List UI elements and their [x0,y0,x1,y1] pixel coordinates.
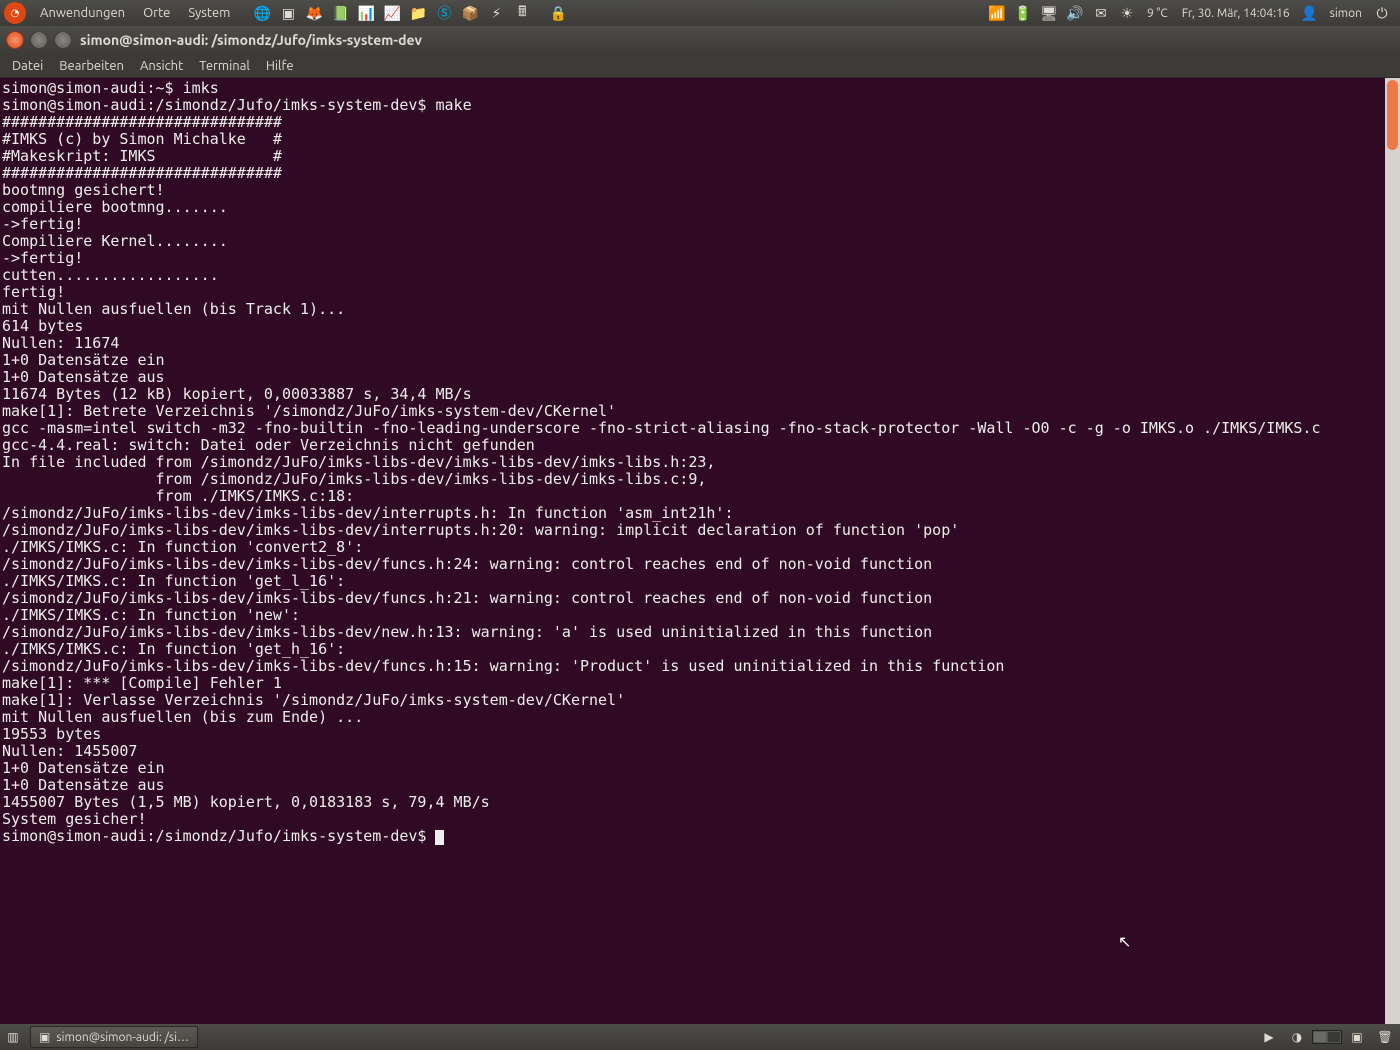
terminal-window: simon@simon-audi: /simondz/Jufo/imks-sys… [0,26,1400,1024]
username[interactable]: simon [1324,7,1368,20]
weather-icon[interactable]: ☀ [1116,2,1138,24]
menu-applications[interactable]: Anwendungen [32,3,133,23]
launcher-icon[interactable]: 📗 [329,2,351,24]
bottom-panel: ▥ ▣ simon@simon-audi: /si… ▶ ◑ ▣ 🗑 [0,1024,1400,1050]
terminal-output[interactable]: simon@simon-audi:~$ imks simon@simon-aud… [0,78,1385,1024]
clock[interactable]: Fr, 30. Mär, 14:04:16 [1176,7,1296,20]
menu-terminal[interactable]: Terminal [191,57,258,75]
terminal-cursor [435,830,444,845]
menu-edit[interactable]: Bearbeiten [51,57,132,75]
window-maximize-button[interactable] [54,31,72,49]
launcher-icon[interactable]: ⚡ [485,2,507,24]
wifi-icon[interactable]: 📶 [986,2,1008,24]
firefox-icon[interactable]: 🦊 [303,2,325,24]
menu-view[interactable]: Ansicht [132,57,191,75]
window-title: simon@simon-audi: /simondz/Jufo/imks-sys… [80,32,422,48]
launcher-icon[interactable]: 📊 [355,2,377,24]
ubuntu-logo-icon[interactable]: ◔ [4,2,26,24]
show-desktop-icon[interactable]: ▥ [2,1026,24,1048]
user-icon[interactable]: 👤 [1299,2,1321,24]
window-titlebar[interactable]: simon@simon-audi: /simondz/Jufo/imks-sys… [0,26,1400,54]
workspace-2[interactable] [1327,1031,1341,1043]
scrollbar-thumb[interactable] [1387,80,1398,150]
launcher-icon[interactable]: 📦 [459,2,481,24]
trash-icon[interactable]: 🗑 [1374,1026,1396,1048]
shutdown-icon[interactable]: ⏻ [1371,2,1393,24]
files-icon[interactable]: 📁 [407,2,429,24]
taskbar-item-terminal[interactable]: ▣ simon@simon-audi: /si… [30,1026,198,1048]
weather-temp: 9 °C [1141,7,1174,20]
skype-icon[interactable]: Ⓢ [433,2,455,24]
launcher-icon[interactable]: 🌐 [251,2,273,24]
window-close-button[interactable] [6,31,24,49]
menu-system[interactable]: System [180,3,238,23]
display-icon[interactable]: 🖥 [1038,2,1060,24]
tray-icon[interactable]: ▣ [1346,1026,1368,1048]
workspace-switcher[interactable] [1312,1030,1342,1044]
workspace-1[interactable] [1313,1031,1327,1043]
terminal-small-icon: ▣ [39,1030,50,1044]
mail-icon[interactable]: ✉ [1090,2,1112,24]
battery-icon[interactable]: 🔋 [1012,2,1034,24]
scrollbar[interactable] [1385,78,1400,1024]
tray-icon[interactable]: ▶ [1258,1026,1280,1048]
window-minimize-button[interactable] [30,31,48,49]
top-panel: ◔ Anwendungen Orte System 🌐 ▣ 🦊 📗 📊 📈 📁 … [0,0,1400,26]
tray-icon[interactable]: ◑ [1286,1026,1308,1048]
volume-icon[interactable]: 🔊 [1064,2,1086,24]
menu-places[interactable]: Orte [135,3,178,23]
menubar: Datei Bearbeiten Ansicht Terminal Hilfe [0,54,1400,78]
launcher-icon[interactable]: ▣ [277,2,299,24]
lock-icon[interactable]: 🔒 [547,2,569,24]
menu-file[interactable]: Datei [4,57,51,75]
taskbar-item-label: simon@simon-audi: /si… [56,1031,189,1044]
launcher-icon[interactable]: 📈 [381,2,403,24]
menu-help[interactable]: Hilfe [258,57,302,75]
calculator-icon[interactable]: 🖩 [511,2,533,24]
